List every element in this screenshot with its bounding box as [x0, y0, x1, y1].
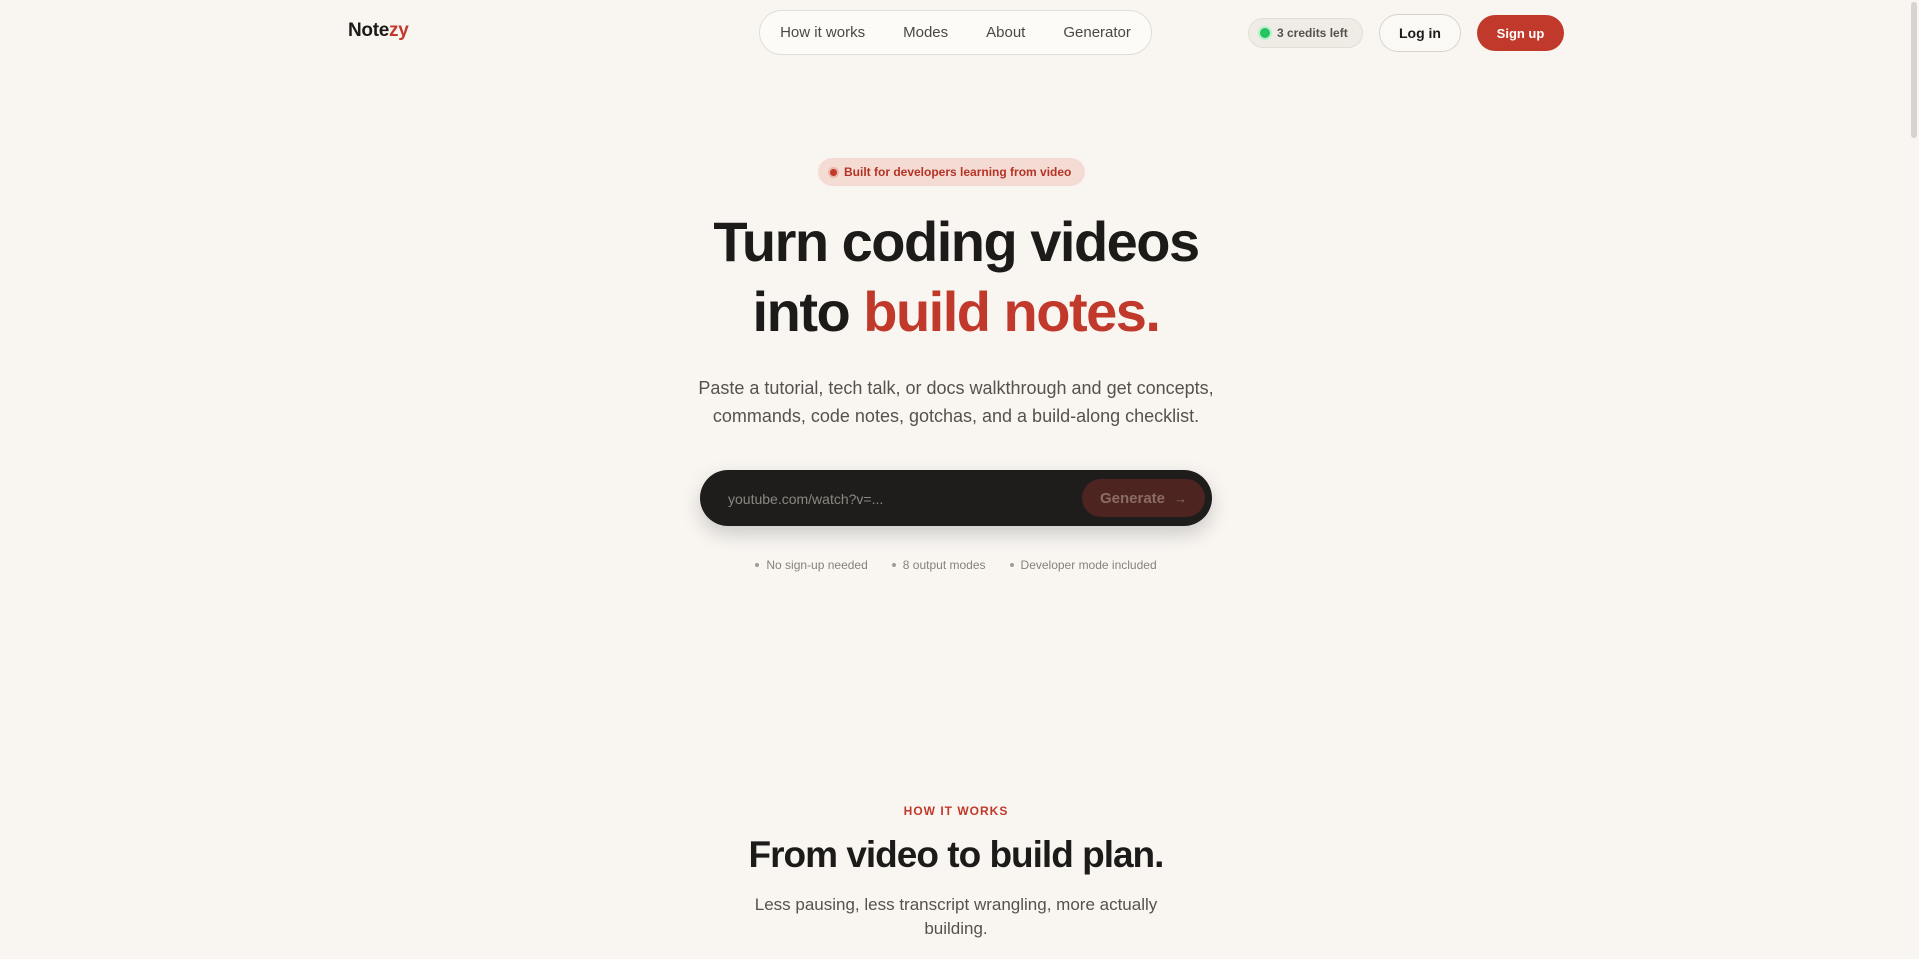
feature-list: No sign-up needed 8 output modes Develop… — [0, 558, 1912, 572]
logo-text: Note — [348, 20, 390, 41]
green-dot-icon — [1260, 28, 1270, 38]
credits-text: 3 credits left — [1277, 26, 1348, 40]
red-dot-icon — [830, 168, 837, 176]
section-label: HOW IT WORKS — [903, 804, 1009, 818]
bullet-dot-icon — [891, 563, 896, 567]
logo-accent-text: zy — [389, 20, 409, 41]
hero-badge-text: Built for developers learning from video — [844, 165, 1072, 179]
login-button[interactable]: Log in — [1379, 14, 1461, 52]
nav-link-modes[interactable]: Modes — [884, 24, 967, 41]
bullet-dot-icon — [755, 563, 760, 567]
feature-text: 8 output modes — [902, 558, 986, 572]
nav-link-about[interactable]: About — [967, 24, 1044, 41]
feature-item: 8 output modes — [891, 558, 986, 572]
generate-label: Generate — [1099, 489, 1166, 507]
nav-logo[interactable]: Notezy — [348, 20, 409, 42]
credits-badge: 3 credits left — [1248, 18, 1363, 48]
url-input[interactable] — [726, 470, 1060, 528]
url-form: Generate → — [700, 470, 1212, 528]
nav-link-generator[interactable]: Generator — [1044, 24, 1150, 41]
feature-text: Developer mode included — [1020, 558, 1157, 572]
hero-title-accent: build notes. — [863, 280, 1161, 343]
hero-title: Turn coding videos into build notes. — [0, 207, 1912, 347]
nav-pill: How it works Modes About Generator — [759, 10, 1152, 55]
hero-title-line2-prefix: into — [752, 280, 864, 343]
bullet-dot-icon — [1009, 563, 1014, 567]
nav-link-how-it-works[interactable]: How it works — [761, 24, 884, 41]
feature-text: No sign-up needed — [766, 558, 868, 572]
hero-subtitle: Paste a tutorial, tech talk, or docs wal… — [698, 378, 1214, 426]
hero-title-line1: Turn coding videos — [713, 210, 1200, 273]
arrow-right-icon: → — [1174, 490, 1188, 506]
scrollbar-thumb[interactable] — [1911, 2, 1917, 138]
section-subtitle: Less pausing, less transcript wrangling,… — [754, 895, 1158, 938]
feature-item: No sign-up needed — [755, 558, 868, 572]
signup-button[interactable]: Sign up — [1477, 15, 1564, 51]
feature-item: Developer mode included — [1009, 558, 1157, 572]
hero-badge: Built for developers learning from video — [818, 158, 1086, 186]
generate-button[interactable]: Generate → — [1082, 479, 1205, 517]
section-title: From video to build plan. — [748, 834, 1165, 875]
